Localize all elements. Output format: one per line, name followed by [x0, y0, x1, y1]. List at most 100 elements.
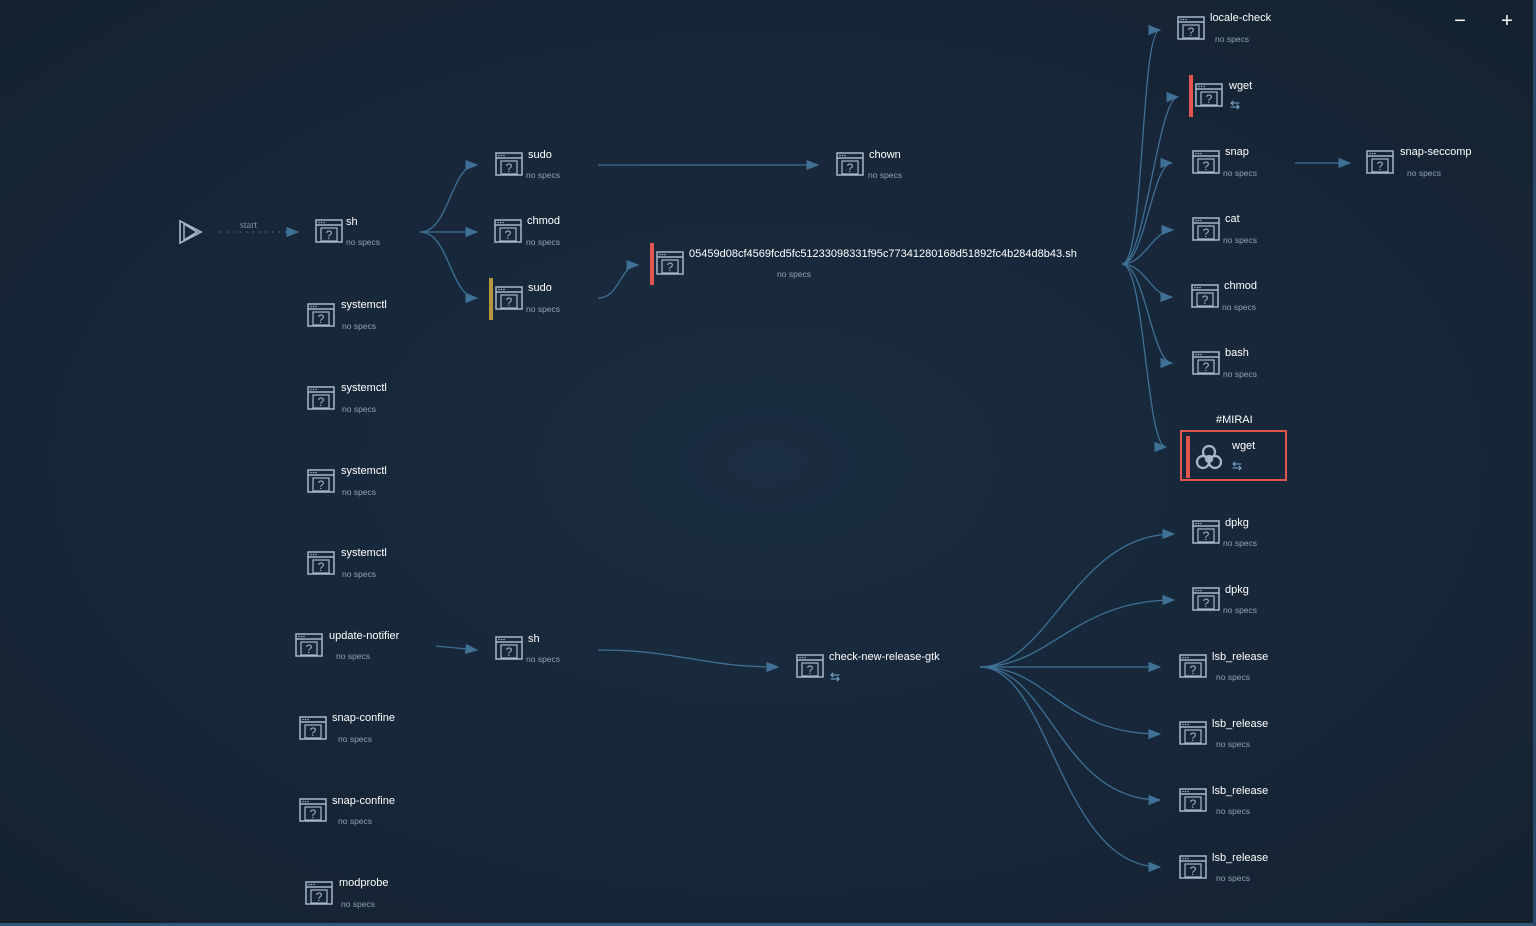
- node-label: chmod: [1224, 280, 1258, 292]
- svg-text:?: ?: [505, 228, 512, 242]
- node-subtitle: no specs: [1407, 168, 1442, 178]
- unknown-window-icon: ?: [299, 798, 327, 822]
- unknown-window-icon: ?: [495, 636, 523, 660]
- node-label: sh: [346, 216, 358, 228]
- svg-text:?: ?: [1190, 663, 1197, 677]
- network-activity-icon: ⇆: [1230, 98, 1241, 112]
- start-label: start: [240, 220, 258, 231]
- node-label: snap-confine: [332, 795, 395, 807]
- unknown-window-icon: ?: [1192, 587, 1220, 611]
- node-label: dpkg: [1225, 584, 1249, 596]
- edge: [597, 649, 780, 673]
- node-subtitle: no specs: [1216, 739, 1251, 749]
- edge: [597, 259, 640, 299]
- node-subtitle: no specs: [777, 269, 812, 279]
- svg-text:?: ?: [1377, 159, 1384, 173]
- unknown-window-icon: ?: [299, 716, 327, 740]
- warning-bar: [489, 278, 493, 320]
- zoom-out-button[interactable]: −: [1450, 10, 1470, 33]
- node-label: snap-confine: [332, 712, 395, 724]
- node-subtitle: no specs: [1223, 605, 1258, 615]
- node-label: chown: [869, 149, 901, 161]
- node-subtitle: no specs: [1222, 302, 1257, 312]
- unknown-window-icon: ?: [1192, 351, 1220, 375]
- unknown-window-icon: ?: [1177, 16, 1205, 40]
- edge: [419, 231, 479, 304]
- node-subtitle: no specs: [526, 170, 561, 180]
- node-label: wget: [1229, 80, 1253, 92]
- edge: [435, 643, 479, 655]
- edges-layer: [220, 24, 1352, 873]
- unknown-window-icon: ?: [1192, 217, 1220, 241]
- unknown-window-icon: ?: [656, 251, 684, 275]
- unknown-window-icon: ?: [1195, 83, 1223, 107]
- unknown-window-icon: ?: [1179, 654, 1207, 678]
- svg-text:?: ?: [318, 312, 325, 326]
- unknown-window-icon: ?: [315, 219, 343, 243]
- mirai-highlight-box: [1180, 430, 1287, 481]
- node-label: bash: [1225, 347, 1249, 359]
- edge: [979, 666, 1162, 740]
- unknown-window-icon: ?: [295, 633, 323, 657]
- unknown-window-icon: ?: [307, 303, 335, 327]
- play-icon: [179, 219, 203, 245]
- node-subtitle: no specs: [341, 899, 376, 909]
- node-subtitle: no specs: [1223, 369, 1258, 379]
- svg-text:?: ?: [318, 478, 325, 492]
- unknown-window-icon: ?: [1192, 150, 1220, 174]
- node-label: lsb_release: [1212, 852, 1269, 864]
- unknown-window-icon: ?: [1179, 788, 1207, 812]
- unknown-window-icon: ?: [307, 469, 335, 493]
- node-subtitle: no specs: [526, 304, 561, 314]
- node-label: check-new-release-gtk: [829, 651, 940, 663]
- svg-text:?: ?: [1206, 92, 1213, 106]
- node-label: modprobe: [339, 877, 389, 889]
- node-subtitle: no specs: [1215, 34, 1250, 44]
- node-subtitle: no specs: [338, 734, 373, 744]
- node-subtitle: no specs: [1223, 538, 1258, 548]
- node-label: snap-seccomp: [1400, 146, 1472, 158]
- danger-bar: [1189, 75, 1193, 117]
- edge: [979, 528, 1176, 668]
- node-subtitle: no specs: [1223, 235, 1258, 245]
- svg-text:?: ?: [1188, 25, 1195, 39]
- unknown-window-icon: ?: [796, 654, 824, 678]
- node-subtitle: no specs: [338, 816, 373, 826]
- svg-text:?: ?: [1202, 293, 1209, 307]
- node-subtitle: no specs: [1223, 168, 1258, 178]
- svg-text:?: ?: [1203, 159, 1210, 173]
- svg-text:?: ?: [318, 560, 325, 574]
- svg-text:?: ?: [1190, 797, 1197, 811]
- node-label: update-notifier: [329, 630, 400, 642]
- node-subtitle: no specs: [868, 170, 903, 180]
- threat-tag: #MIRAI: [1216, 414, 1253, 426]
- node-label: systemctl: [341, 465, 387, 477]
- node-subtitle: no specs: [1216, 806, 1251, 816]
- node-subtitle: no specs: [342, 487, 377, 497]
- node-subtitle: no specs: [526, 654, 561, 664]
- edge: [1121, 91, 1180, 265]
- unknown-window-icon: ?: [1192, 520, 1220, 544]
- svg-text:?: ?: [316, 890, 323, 904]
- edge: [1121, 24, 1162, 265]
- node-label: sudo: [528, 149, 552, 161]
- node-label: systemctl: [341, 547, 387, 559]
- node-subtitle: no specs: [526, 237, 561, 247]
- svg-text:?: ?: [506, 161, 513, 175]
- zoom-in-button[interactable]: +: [1497, 10, 1517, 33]
- svg-text:?: ?: [1190, 730, 1197, 744]
- node-label: chmod: [527, 215, 561, 227]
- svg-text:?: ?: [807, 663, 814, 677]
- node-subtitle: no specs: [346, 237, 381, 247]
- node-label: sh: [528, 633, 540, 645]
- svg-text:?: ?: [1203, 226, 1210, 240]
- danger-bar: [650, 243, 654, 285]
- unknown-window-icon: ?: [307, 551, 335, 575]
- node-label: locale-check: [1210, 12, 1272, 24]
- edge: [979, 666, 1162, 806]
- svg-text:?: ?: [506, 295, 513, 309]
- unknown-window-icon: ?: [305, 881, 333, 905]
- node-subtitle: no specs: [1216, 672, 1251, 682]
- node-label: cat: [1225, 213, 1240, 225]
- unknown-window-icon: ?: [494, 219, 522, 243]
